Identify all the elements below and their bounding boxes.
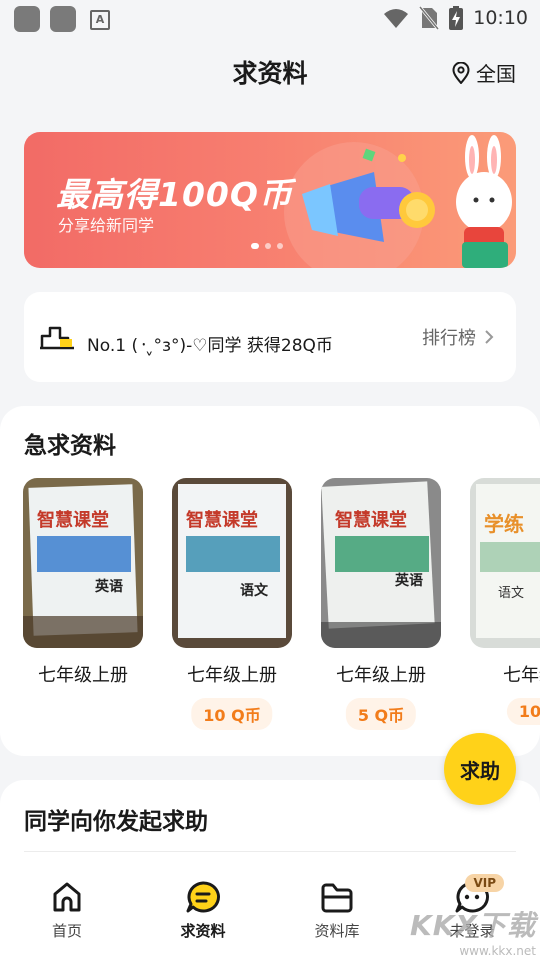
- section-title: 同学向你发起求助: [24, 809, 208, 835]
- section-title: 急求资料: [24, 433, 116, 459]
- cover-title: 学练: [484, 512, 524, 536]
- notification-icon: [14, 6, 40, 32]
- book-cover-image: 智慧课堂 英语: [321, 478, 441, 648]
- leaderboard-label: 排行榜: [422, 328, 476, 349]
- nav-item-library[interactable]: 资料库: [277, 880, 397, 941]
- cover-title: 智慧课堂: [335, 510, 407, 531]
- folder-icon: [321, 883, 353, 913]
- help-button[interactable]: 求助: [444, 733, 516, 805]
- podium-icon: [40, 326, 74, 350]
- carousel-dot: [265, 243, 271, 249]
- battery-charging-icon: [449, 6, 464, 30]
- promo-banner[interactable]: 最高得100Q币 分享给新同学: [24, 132, 516, 268]
- carousel-dot: [251, 243, 259, 249]
- cover-subject: 语文: [498, 586, 525, 601]
- ranking-card[interactable]: No.1 (᠂ˬ°з°)-♡同学 获得28Q币 排行榜: [24, 292, 516, 382]
- grade-label: 七年级上册: [187, 665, 277, 686]
- watermark-url: www.kkx.net: [459, 944, 536, 958]
- book-cover-image: 智慧课堂 语文: [172, 478, 292, 648]
- cover-title: 智慧课堂: [37, 510, 109, 531]
- leaderboard-link[interactable]: 排行榜: [422, 324, 494, 350]
- vip-badge: VIP: [465, 874, 504, 892]
- grade-label: 七年级上册: [38, 665, 128, 686]
- reward-badge: 10: [506, 698, 540, 725]
- chat-bubble-icon: [186, 881, 220, 913]
- carousel-indicator: [251, 243, 283, 249]
- chevron-right-icon: [485, 330, 494, 344]
- book-cover-image: 学练 语文: [470, 478, 540, 648]
- nav-label: 首页: [51, 922, 82, 940]
- nav-label: 资料库: [314, 922, 360, 940]
- reward-badge: 5 Q币: [345, 698, 417, 730]
- home-icon: [53, 882, 81, 912]
- nav-item-request[interactable]: 求资料: [143, 880, 263, 941]
- status-bar: A 10:10: [0, 0, 540, 36]
- no-sim-icon: [419, 6, 440, 30]
- banner-subtitle: 分享给新同学: [58, 216, 155, 235]
- carousel-dot: [277, 243, 283, 249]
- cover-subject: 英语: [395, 573, 423, 589]
- region-label: 全国: [476, 62, 516, 86]
- ranking-text: No.1 (᠂ˬ°з°)-♡同学 获得28Q币: [87, 336, 333, 356]
- notification-icon: [50, 6, 76, 32]
- nav-item-home[interactable]: 首页: [7, 880, 127, 941]
- request-card[interactable]: 智慧课堂 英语 七年级上册: [23, 478, 143, 686]
- wifi-icon: [384, 9, 409, 28]
- clock: 10:10: [473, 7, 528, 29]
- nav-label: 求资料: [180, 922, 226, 940]
- cover-title: 智慧课堂: [186, 510, 258, 531]
- reward-badge: 10 Q币: [191, 698, 273, 730]
- watermark-brand: KKX下载: [410, 909, 536, 942]
- divider: [24, 851, 516, 852]
- grade-label: 七年级上册: [336, 665, 426, 686]
- urgent-requests-section: 急求资料 智慧课堂 英语 七年级上册 智慧课堂 语文 七年级上册 10 Q币 智…: [0, 406, 540, 756]
- watermark: KKX下载 www.kkx.net: [410, 904, 536, 958]
- request-card[interactable]: 智慧课堂 英语 七年级上册 5 Q币: [321, 478, 441, 730]
- keyboard-a-icon: A: [90, 10, 110, 30]
- banner-title: 最高得100Q币: [56, 175, 293, 214]
- request-card[interactable]: 智慧课堂 语文 七年级上册 10 Q币: [172, 478, 292, 730]
- region-selector[interactable]: 全国: [452, 58, 516, 87]
- request-card[interactable]: 学练 语文 七年级 10: [470, 478, 540, 725]
- book-cover-image: 智慧课堂 英语: [23, 478, 143, 648]
- page-header: 求资料 全国: [0, 48, 540, 98]
- location-pin-icon: [452, 61, 470, 84]
- grade-label: 七年级: [503, 665, 540, 686]
- cover-subject: 英语: [95, 579, 123, 595]
- cover-subject: 语文: [240, 583, 268, 599]
